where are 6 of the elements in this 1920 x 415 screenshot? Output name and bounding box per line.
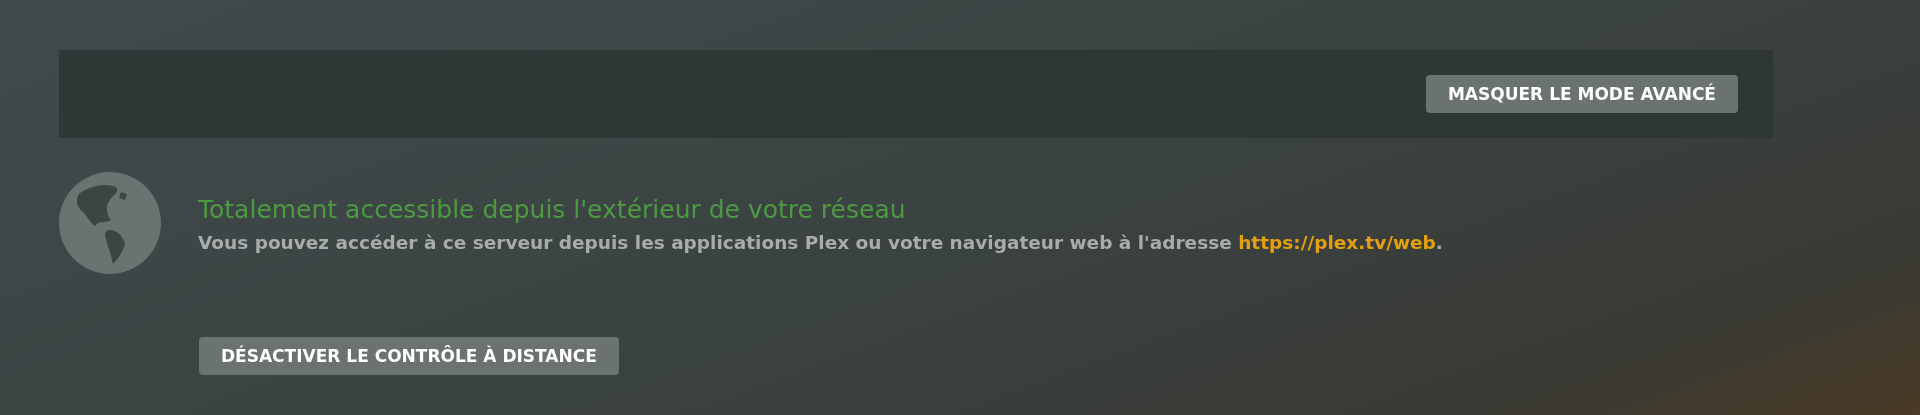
hide-advanced-button[interactable]: MASQUER LE MODE AVANCÉ bbox=[1425, 75, 1738, 113]
status-title: Totalement accessible depuis l'extérieur de votre réseau bbox=[198, 194, 907, 226]
disable-remote-button[interactable]: DÉSACTIVER LE CONTRÔLE À DISTANCE bbox=[199, 337, 619, 375]
status-description: Vous pouvez accéder à ce serveur depuis les applications Plex ou votre navigateur web à l'adresse https://plex.tv/web. bbox=[198, 232, 1443, 253]
globe-icon bbox=[59, 172, 161, 274]
web-link[interactable]: https://plex.tv/web bbox=[1238, 232, 1436, 253]
